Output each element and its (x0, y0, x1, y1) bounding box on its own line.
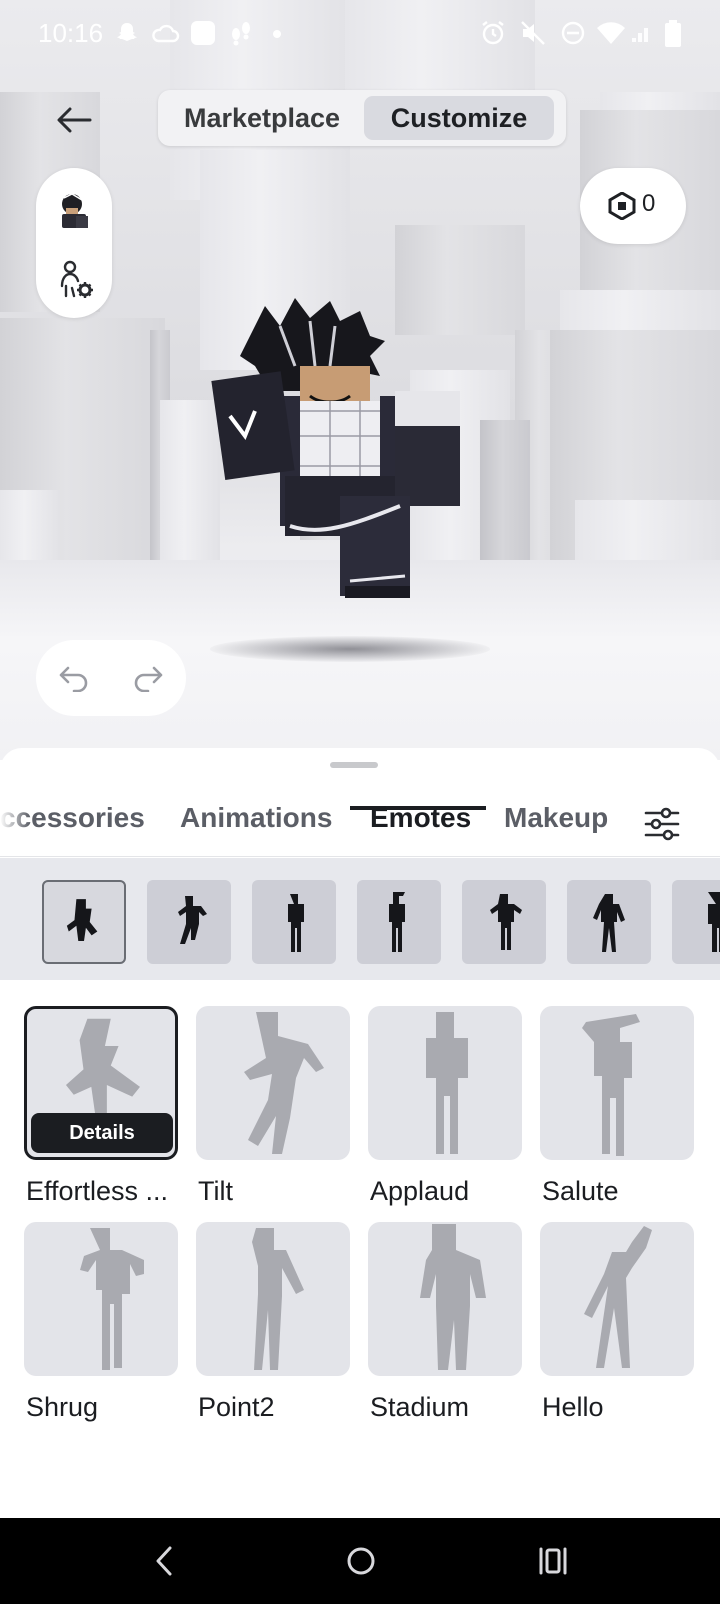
redo-icon[interactable] (132, 664, 164, 692)
nav-back-icon[interactable] (152, 1544, 176, 1578)
cloud-icon (152, 24, 180, 43)
emote-slot-5[interactable] (462, 880, 546, 964)
emote-slot-figure-icon (288, 894, 304, 952)
emote-slot-6[interactable] (567, 880, 651, 964)
battery-icon (665, 20, 681, 47)
robux-count: 0 (642, 190, 656, 217)
nav-home-icon[interactable] (344, 1544, 378, 1578)
emote-slot-figure-icon (389, 892, 405, 952)
emote-label: Applaud (370, 1176, 470, 1206)
emote-label: Salute (542, 1176, 619, 1206)
emote-slot-3[interactable] (252, 880, 336, 964)
status-bar: 10:16 (0, 0, 720, 72)
emote-slot-7[interactable] (672, 880, 720, 964)
back-arrow-icon[interactable] (52, 98, 96, 142)
filter-sliders-icon[interactable] (642, 804, 682, 844)
emote-label: Tilt (198, 1176, 233, 1206)
emote-tile-effortless[interactable]: Details (24, 1006, 178, 1160)
tabs-divider (0, 856, 720, 857)
details-button[interactable]: Details (31, 1113, 173, 1153)
avatar-settings-icon[interactable] (58, 260, 94, 300)
emote-figure-icon (420, 1224, 486, 1370)
emote-label: Point2 (198, 1392, 275, 1422)
emote-tile-point2[interactable] (196, 1222, 350, 1376)
active-tab-indicator (350, 806, 486, 810)
snapchat-icon (117, 23, 137, 41)
emote-slot-figure-icon (490, 894, 522, 950)
robux-icon (608, 192, 636, 220)
emote-figure-icon (80, 1228, 144, 1370)
emote-label: Hello (542, 1392, 604, 1422)
sheet-drag-handle[interactable] (330, 762, 378, 768)
emote-slot-figure-icon (66, 899, 98, 942)
emote-tile-tilt[interactable] (196, 1006, 350, 1160)
equipped-emotes-strip (0, 858, 720, 980)
dot-icon (273, 30, 281, 38)
top-segmented-tabs: Marketplace Customize (158, 90, 566, 146)
undo-icon[interactable] (58, 664, 90, 692)
mute-icon (521, 21, 545, 45)
tab-makeup[interactable]: Makeup (504, 790, 608, 848)
wifi-icon (597, 22, 625, 44)
tab-emotes[interactable]: Emotes (370, 790, 471, 848)
emote-label: Stadium (370, 1392, 470, 1422)
do-not-disturb-icon (561, 21, 585, 45)
emote-figure-icon (252, 1228, 304, 1370)
app-notification-icon (191, 21, 215, 45)
nav-recents-icon[interactable] (538, 1544, 568, 1578)
avatar-model[interactable] (210, 296, 480, 616)
emote-slot-2[interactable] (147, 880, 231, 964)
avatar-preview-scene[interactable]: 10:16 Marketplace Customize 0 (0, 0, 720, 760)
emote-tile-stadium[interactable] (368, 1222, 522, 1376)
emote-slot-4[interactable] (357, 880, 441, 964)
tab-animations[interactable]: Animations (180, 790, 332, 848)
emote-figure-icon (426, 1012, 468, 1154)
undo-redo-pill (36, 640, 186, 716)
alarm-icon (482, 21, 504, 45)
emote-tile-shrug[interactable] (24, 1222, 178, 1376)
robux-balance[interactable]: 0 (580, 168, 686, 244)
emote-label: Shrug (26, 1392, 99, 1422)
avatar-thumbnail-icon[interactable] (52, 190, 96, 234)
system-navigation-bar (0, 1518, 720, 1604)
emote-slot-figure-icon (708, 892, 720, 952)
emote-label: Effortless ... (26, 1176, 169, 1206)
emote-slot-figure-icon (593, 894, 625, 952)
emote-figure-icon (584, 1226, 652, 1368)
steps-icon (232, 22, 250, 46)
emote-tile-salute[interactable] (540, 1006, 694, 1160)
customize-bottom-sheet: ccessories Animations Emotes Makeup Deta… (0, 748, 720, 1518)
category-tabs: ccessories Animations Emotes Makeup (0, 790, 720, 852)
signal-icon (632, 28, 648, 42)
tab-customize[interactable]: Customize (364, 96, 554, 140)
emote-figure-icon (582, 1014, 640, 1156)
status-time: 10:16 (38, 18, 104, 48)
emote-slot-1[interactable] (42, 880, 126, 964)
emote-slot-figure-icon (178, 896, 207, 944)
tabs-fade (0, 790, 30, 848)
emote-tile-applaud[interactable] (368, 1006, 522, 1160)
avatar-options-pill (36, 168, 112, 318)
tab-marketplace[interactable]: Marketplace (164, 96, 360, 140)
emote-tile-hello[interactable] (540, 1222, 694, 1376)
emote-figure-icon (244, 1012, 324, 1154)
